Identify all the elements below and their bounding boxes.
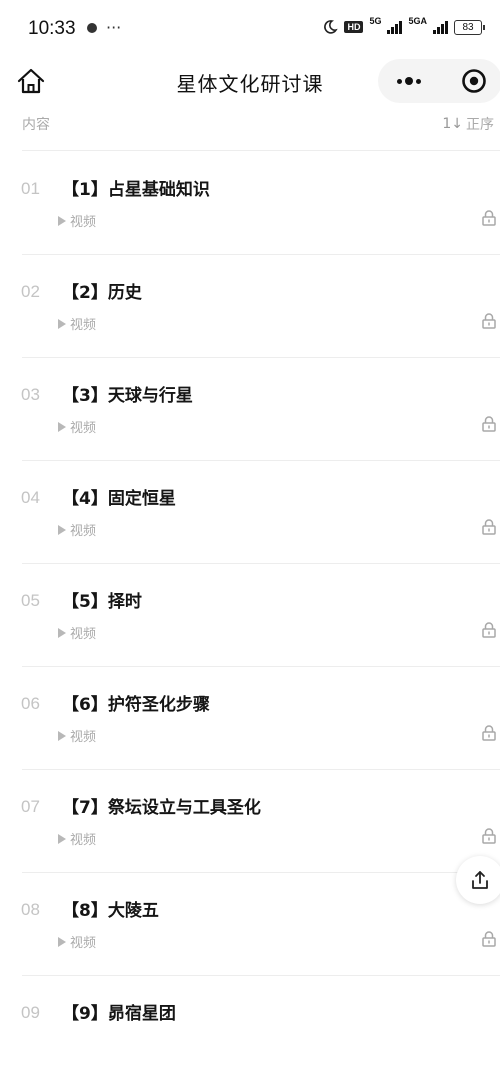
- lock-icon: [482, 519, 496, 535]
- lesson-item[interactable]: 06 【6】护符圣化步骤 视频: [0, 667, 500, 770]
- lesson-type: 视频: [70, 730, 97, 745]
- lesson-type: 视频: [70, 318, 97, 333]
- lesson-item[interactable]: 08 【8】大陵五 视频: [0, 873, 500, 976]
- lesson-number: 08: [21, 900, 40, 919]
- lesson-title: 【8】大陵五: [62, 901, 159, 921]
- lesson-type: 视频: [70, 833, 97, 848]
- play-icon: [58, 627, 66, 638]
- status-extra: ···: [106, 18, 122, 37]
- play-icon: [58, 215, 66, 226]
- share-icon: [472, 871, 488, 889]
- play-icon: [58, 833, 66, 844]
- battery-icon: 83: [454, 19, 485, 35]
- lesson-item[interactable]: 01 【1】占星基础知识 视频: [0, 152, 500, 255]
- network-5g: 5G: [369, 15, 382, 26]
- more-dots-icon[interactable]: [392, 65, 426, 97]
- lock-icon: [482, 210, 496, 226]
- lesson-item[interactable]: 03 【3】天球与行星 视频: [0, 358, 500, 461]
- lesson-item[interactable]: 04 【4】固定恒星 视频: [0, 461, 500, 564]
- lesson-type: 视频: [70, 421, 97, 436]
- lesson-meta: 视频: [58, 726, 96, 745]
- lesson-title: 【7】祭坛设立与工具圣化: [62, 798, 261, 818]
- lesson-type: 视频: [70, 524, 97, 539]
- lesson-title: 【1】占星基础知识: [62, 180, 210, 200]
- status-right: HD 5G 5GA 83: [322, 15, 485, 35]
- lesson-number: 07: [21, 797, 40, 816]
- lesson-title: 【3】天球与行星: [62, 386, 193, 406]
- moon-icon: [324, 20, 339, 34]
- lesson-item[interactable]: 07 【7】祭坛设立与工具圣化 视频: [0, 770, 500, 873]
- lesson-title: 【5】择时: [62, 592, 142, 612]
- status-time: 10:33: [28, 18, 76, 39]
- lesson-title: 【9】昴宿星团: [62, 1004, 176, 1024]
- lock-icon: [482, 313, 496, 329]
- list-header: 内容 1↓ 正序: [0, 114, 500, 136]
- play-icon: [58, 936, 66, 947]
- play-icon: [58, 318, 66, 329]
- signal-icon-2: [433, 20, 448, 34]
- lock-icon: [482, 725, 496, 741]
- signal-icon: [387, 20, 403, 34]
- lesson-type: 视频: [70, 936, 97, 951]
- lesson-meta: 视频: [58, 314, 96, 333]
- lesson-number: 09: [21, 1003, 40, 1022]
- target-close-icon[interactable]: [461, 68, 487, 94]
- share-button[interactable]: [456, 856, 500, 904]
- play-icon: [58, 421, 66, 432]
- status-bar: 10:33 ··· HD 5G 5GA 83: [0, 0, 500, 60]
- lesson-meta: 视频: [58, 932, 96, 951]
- lesson-title: 【6】护符圣化步骤: [62, 695, 210, 715]
- lesson-meta: 视频: [58, 520, 96, 539]
- lesson-item[interactable]: 05 【5】择时 视频: [0, 564, 500, 667]
- lock-icon: [482, 828, 496, 844]
- play-icon: [58, 524, 66, 535]
- lock-icon: [482, 931, 496, 947]
- lesson-meta: 视频: [58, 211, 96, 230]
- lock-icon: [482, 622, 496, 638]
- lesson-number: 05: [21, 591, 40, 610]
- network-5ga: 5GA: [408, 15, 427, 26]
- lesson-meta: 视频: [58, 417, 96, 436]
- status-left-icons: ···: [86, 18, 121, 37]
- lesson-title: 【4】固定恒星: [62, 489, 176, 509]
- lesson-number: 06: [21, 694, 40, 713]
- content-label: 内容: [22, 117, 50, 133]
- lesson-type: 视频: [70, 215, 97, 230]
- lesson-meta: 视频: [58, 829, 96, 848]
- lesson-number: 04: [21, 488, 40, 507]
- sort-toggle[interactable]: 1↓ 正序: [442, 114, 494, 134]
- sort-icon: 1↓: [442, 116, 463, 132]
- lesson-type: 视频: [70, 627, 97, 642]
- lesson-meta: 视频: [58, 623, 96, 642]
- lesson-title: 【2】历史: [62, 283, 142, 303]
- lesson-list: 01 【1】占星基础知识 视频 02 【2】历史 视频 03 【3】天球与行星: [0, 152, 500, 1079]
- header-divider: [22, 150, 500, 151]
- lesson-number: 01: [21, 179, 40, 198]
- hd-badge: HD: [344, 21, 364, 33]
- lesson-number: 03: [21, 385, 40, 404]
- lesson-number: 02: [21, 282, 40, 301]
- app-notification-icon: [87, 22, 97, 33]
- lesson-item[interactable]: 02 【2】历史 视频: [0, 255, 500, 358]
- play-icon: [58, 730, 66, 741]
- sort-label: 正序: [466, 117, 494, 133]
- nav-bar: 星体文化研讨课: [0, 55, 500, 107]
- lock-icon: [482, 416, 496, 432]
- lesson-item[interactable]: 09 【9】昴宿星团: [0, 976, 500, 1079]
